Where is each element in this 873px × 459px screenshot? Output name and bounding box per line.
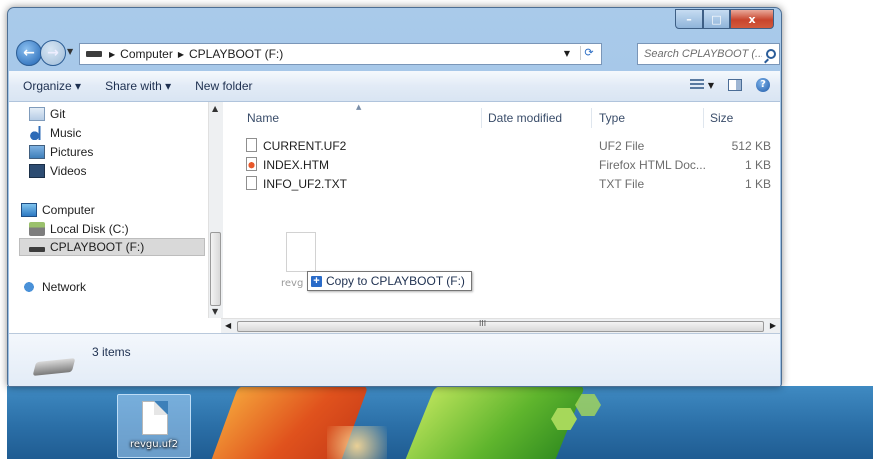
nav-item-computer[interactable]: Computer bbox=[21, 201, 95, 219]
file-row[interactable]: CURRENT.UF2 UF2 File 512 KB bbox=[223, 137, 780, 155]
file-row[interactable]: INFO_UF2.TXT TXT File 1 KB bbox=[223, 175, 780, 193]
address-bar[interactable]: ▶ Computer ▶ CPLAYBOOT (F:) ▼ ⟳ bbox=[79, 43, 602, 65]
close-button[interactable]: x bbox=[730, 9, 774, 29]
file-type: Firefox HTML Doc... bbox=[599, 158, 706, 172]
view-options-icon bbox=[689, 79, 704, 91]
local-disk-icon bbox=[29, 222, 45, 236]
back-button[interactable]: ← bbox=[16, 40, 42, 66]
music-icon bbox=[29, 126, 45, 140]
file-name: INFO_UF2.TXT bbox=[263, 177, 348, 191]
nav-item-local-disk[interactable]: Local Disk (C:) bbox=[29, 220, 129, 238]
command-bar: Organize ▾ Share with ▾ New folder ▼ ? bbox=[9, 71, 780, 102]
minimize-button[interactable]: – bbox=[675, 9, 703, 29]
file-size: 1 KB bbox=[744, 177, 771, 191]
horizontal-scrollbar[interactable]: ◀ III ▶ bbox=[221, 318, 780, 334]
search-icon[interactable] bbox=[766, 49, 776, 59]
chevron-down-icon: ▼ bbox=[707, 80, 714, 90]
file-name: INDEX.HTM bbox=[263, 158, 329, 172]
search-box[interactable] bbox=[637, 43, 780, 65]
nav-item-label: Music bbox=[50, 126, 82, 140]
desktop: revgu.uf2 bbox=[7, 386, 873, 459]
file-size: 512 KB bbox=[731, 139, 771, 153]
file-type: TXT File bbox=[599, 177, 645, 191]
nav-item-network[interactable]: Network bbox=[21, 278, 86, 296]
scrollbar-grip-icon: III bbox=[479, 319, 487, 328]
git-folder-icon bbox=[29, 107, 45, 121]
nav-item-videos[interactable]: Videos bbox=[29, 162, 86, 180]
scroll-up-icon[interactable]: ▲ bbox=[212, 104, 218, 113]
videos-icon bbox=[29, 164, 45, 178]
chevron-right-icon[interactable]: ▶ bbox=[178, 50, 184, 59]
text-file-icon bbox=[246, 176, 257, 190]
breadcrumb-computer[interactable]: Computer bbox=[120, 47, 173, 61]
address-dropdown-icon[interactable]: ▼ bbox=[564, 49, 570, 58]
content-area: Git Music Pictures Videos Computer Local… bbox=[9, 102, 780, 334]
drag-copy-text: Copy to CPLAYBOOT (F:) bbox=[326, 274, 465, 288]
explorer-window: – □ x ← → ▼ ▶ Computer ▶ CPLAYBOOT (F:) … bbox=[7, 7, 782, 387]
maximize-button[interactable]: □ bbox=[703, 9, 730, 29]
file-name: CURRENT.UF2 bbox=[263, 139, 347, 153]
nav-item-label: CPLAYBOOT (F:) bbox=[50, 240, 145, 254]
nav-item-pictures[interactable]: Pictures bbox=[29, 143, 93, 161]
nav-item-label: Videos bbox=[50, 164, 87, 178]
dragged-file-label: revg bbox=[281, 278, 304, 289]
sort-ascending-icon: ▲ bbox=[356, 103, 362, 111]
firefox-html-icon bbox=[246, 157, 257, 171]
new-folder-button[interactable]: New folder bbox=[195, 79, 252, 93]
file-row[interactable]: INDEX.HTM Firefox HTML Doc... 1 KB bbox=[223, 156, 780, 174]
nav-item-label: Pictures bbox=[50, 145, 94, 159]
drive-icon bbox=[29, 246, 45, 252]
network-icon bbox=[21, 280, 37, 294]
window-controls: – □ x bbox=[675, 9, 774, 29]
file-icon bbox=[246, 138, 257, 152]
details-pane: 3 items bbox=[9, 333, 780, 386]
change-view-button[interactable]: ▼ bbox=[689, 79, 714, 91]
scrollbar-thumb[interactable] bbox=[210, 232, 221, 306]
desktop-file-label: revgu.uf2 bbox=[129, 439, 179, 450]
drag-copy-tooltip: + Copy to CPLAYBOOT (F:) bbox=[307, 271, 472, 291]
nav-item-label: Local Disk (C:) bbox=[50, 222, 129, 236]
search-input[interactable] bbox=[642, 47, 764, 61]
nav-item-label: Computer bbox=[42, 203, 95, 217]
share-with-button[interactable]: Share with ▾ bbox=[105, 79, 171, 93]
navigation-bar: ← → ▼ ▶ Computer ▶ CPLAYBOOT (F:) ▼ ⟳ bbox=[14, 40, 780, 66]
scroll-down-icon[interactable]: ▼ bbox=[212, 307, 218, 316]
breadcrumb-cplayboot[interactable]: CPLAYBOOT (F:) bbox=[189, 47, 283, 61]
scrollbar-thumb[interactable] bbox=[237, 321, 764, 332]
nav-item-label: Network bbox=[42, 280, 87, 294]
removable-drive-icon bbox=[32, 358, 76, 376]
nav-item-music[interactable]: Music bbox=[29, 124, 81, 142]
column-header-size[interactable]: Size bbox=[710, 111, 733, 125]
preview-pane-icon[interactable] bbox=[728, 79, 742, 91]
column-header-date-modified[interactable]: Date modified bbox=[488, 111, 562, 125]
scroll-right-icon[interactable]: ▶ bbox=[770, 321, 776, 330]
file-size: 1 KB bbox=[744, 158, 771, 172]
navigation-pane-scrollbar[interactable]: ▲ ▼ bbox=[208, 102, 223, 318]
file-list: ▲ Name Date modified Type Size CURRENT.U… bbox=[223, 102, 780, 318]
computer-icon bbox=[21, 203, 37, 217]
file-type: UF2 File bbox=[599, 139, 645, 153]
column-header-name[interactable]: Name bbox=[247, 111, 279, 125]
pictures-icon bbox=[29, 145, 45, 159]
refresh-icon[interactable]: ⟳ bbox=[580, 46, 597, 60]
dragged-file-icon bbox=[286, 232, 316, 272]
file-icon bbox=[142, 401, 168, 435]
scroll-left-icon[interactable]: ◀ bbox=[225, 321, 231, 330]
help-icon[interactable]: ? bbox=[756, 78, 770, 92]
drive-icon bbox=[86, 51, 102, 57]
recent-pages-dropdown[interactable]: ▼ bbox=[67, 47, 73, 56]
nav-item-git[interactable]: Git bbox=[29, 105, 65, 123]
desktop-file-icon[interactable]: revgu.uf2 bbox=[117, 394, 191, 458]
column-header-type[interactable]: Type bbox=[599, 111, 625, 125]
organize-button[interactable]: Organize ▾ bbox=[23, 79, 81, 93]
nav-item-cplayboot[interactable]: CPLAYBOOT (F:) bbox=[19, 238, 205, 256]
nav-item-label: Git bbox=[50, 107, 66, 121]
copy-plus-icon: + bbox=[311, 275, 322, 287]
item-count: 3 items bbox=[92, 345, 131, 359]
navigation-pane: Git Music Pictures Videos Computer Local… bbox=[9, 102, 221, 317]
chevron-right-icon[interactable]: ▶ bbox=[109, 50, 115, 59]
forward-button[interactable]: → bbox=[40, 40, 66, 66]
